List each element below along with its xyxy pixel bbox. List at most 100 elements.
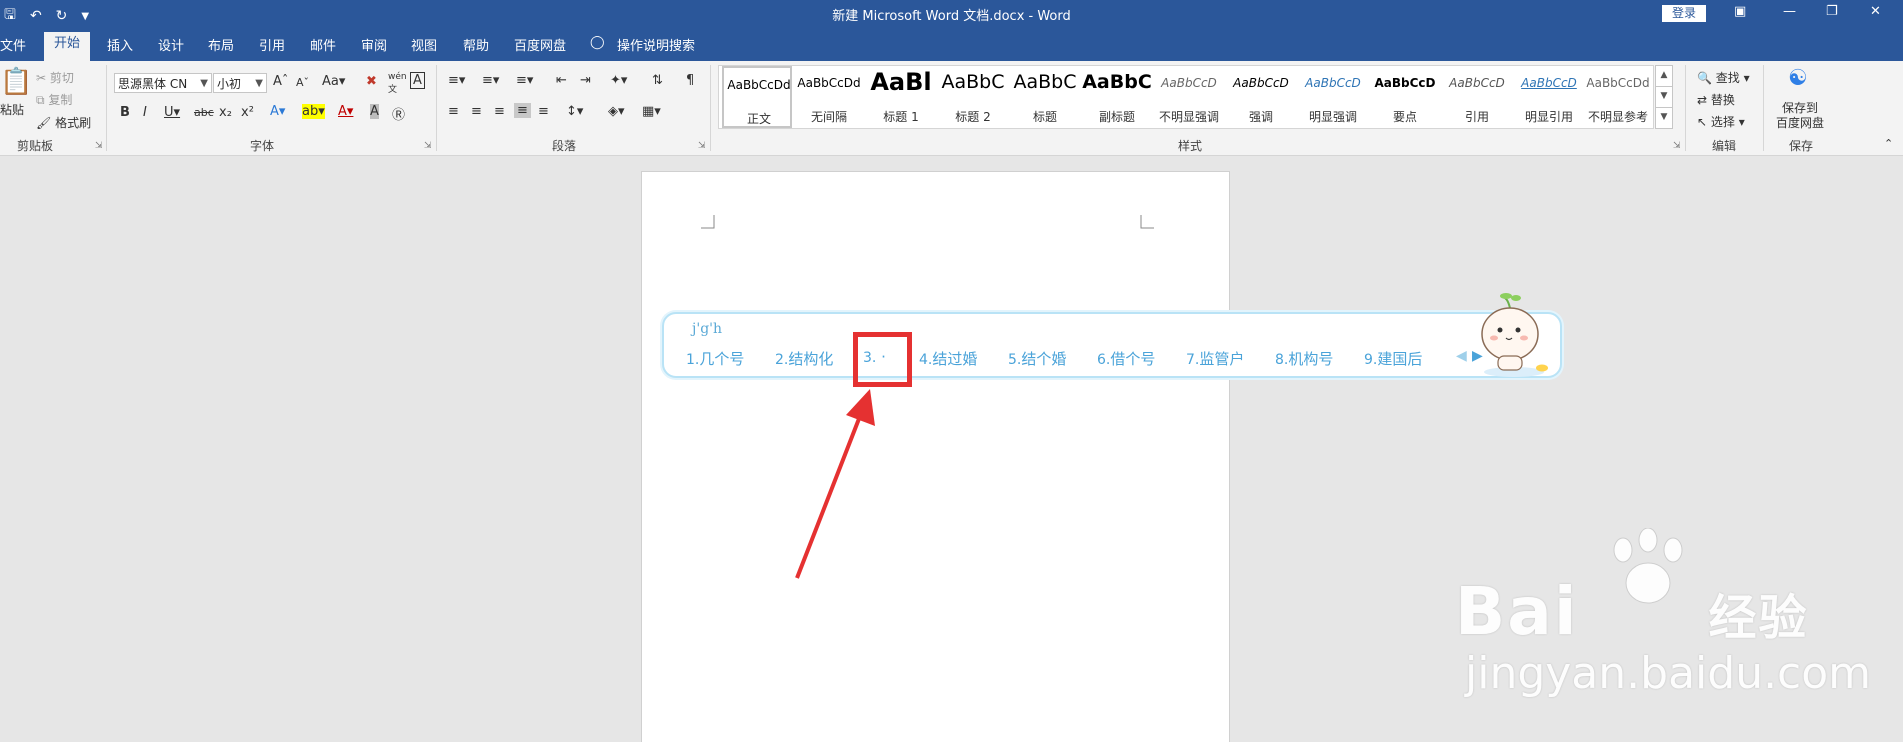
ime-candidate[interactable]: 2.结构化 [775,348,833,369]
tab-design[interactable]: 设计 [158,35,184,54]
superscript-icon[interactable]: x² [241,105,254,120]
style-sample: AaBbCcD [1449,76,1505,90]
chinese-layout-icon[interactable]: ✦▾ [610,73,627,88]
paragraph-launcher-icon[interactable]: ⇲ [698,141,706,151]
clipboard-launcher-icon[interactable]: ⇲ [95,141,103,151]
distributed-icon[interactable]: ≡ [538,104,549,119]
phonetic-guide-icon[interactable]: wén 文 [388,72,407,95]
style-title[interactable]: AaBbC 标题 [1010,66,1080,128]
sort-icon[interactable]: ⇅ [652,73,663,88]
style-heading-1[interactable]: AaBl 标题 1 [866,66,936,128]
style-normal[interactable]: AaBbCcDd 正文 [722,66,792,128]
font-color-icon[interactable]: A▾ [338,104,353,119]
highlight-icon[interactable]: ab▾ [302,104,325,119]
tab-insert[interactable]: 插入 [107,35,133,54]
tab-home[interactable]: 开始 [44,32,91,61]
style-heading-2[interactable]: AaBbC 标题 2 [938,66,1008,128]
ribbon-display-icon[interactable]: ▣ [1734,4,1746,19]
paste-icon[interactable]: 📋 [0,67,32,97]
clear-format-icon[interactable]: ✖ [366,74,377,89]
copy-button[interactable]: ⧉ 复制 [36,91,72,108]
tab-references[interactable]: 引用 [259,35,285,54]
enclose-char-icon[interactable]: Ⓡ [392,104,405,123]
save-to-label-2[interactable]: 百度网盘 [1776,114,1824,131]
collapse-ribbon-icon[interactable]: ⌃ [1884,137,1893,150]
numbering-icon[interactable]: ≡▾ [482,73,499,88]
paste-label[interactable]: 粘贴 [0,101,24,118]
login-button[interactable]: 登录 [1662,5,1706,22]
style-strong[interactable]: AaBbCcD 要点 [1370,66,1440,128]
char-shading-icon[interactable]: A [370,104,379,119]
tab-mailings[interactable]: 邮件 [310,35,336,54]
font-size-combo[interactable]: 小初 ▼ [213,73,267,93]
restore-icon[interactable]: ❐ [1826,4,1838,19]
style-sample: AaBbCcDd [797,76,861,90]
style-name: 无间隔 [810,110,847,124]
candidate-number: 6. [1097,352,1111,368]
style-subtle-reference[interactable]: AaBbCcDd 不明显参考 [1583,66,1653,128]
justify-icon[interactable]: ≡ [514,103,531,118]
tab-help[interactable]: 帮助 [463,35,489,54]
tab-layout[interactable]: 布局 [208,35,234,54]
font-launcher-icon[interactable]: ⇲ [424,141,432,151]
style-no-spacing[interactable]: AaBbCcDd 无间隔 [794,66,864,128]
multilevel-list-icon[interactable]: ≡▾ [516,73,533,88]
tab-review[interactable]: 审阅 [361,35,387,54]
styles-scroll-up-icon[interactable]: ▲ [1655,65,1673,87]
styles-scroll-down-icon[interactable]: ▼ [1655,86,1673,108]
strikethrough-icon[interactable]: abc [194,106,214,119]
cut-button[interactable]: ✂ 剪切 [36,69,74,86]
increase-indent-icon[interactable]: ⇥ [580,73,591,88]
ime-candidate[interactable]: 4.结过婚 [919,348,977,369]
candidate-text: 结个婚 [1021,350,1067,368]
style-name: 不明显参考 [1587,110,1648,124]
close-icon[interactable]: ✕ [1870,4,1881,19]
tab-file[interactable]: 文件 [0,35,26,54]
styles-launcher-icon[interactable]: ⇲ [1673,141,1681,151]
document-page[interactable] [641,171,1230,742]
ime-candidate[interactable]: 9.建国后 [1364,348,1422,369]
bold-icon[interactable]: B [120,105,130,120]
subscript-icon[interactable]: x₂ [219,105,232,120]
line-spacing-icon[interactable]: ↕▾ [566,104,583,119]
ime-prev-page-icon[interactable]: ◀ [1456,348,1467,364]
grow-font-icon[interactable]: Aˆ [273,74,288,89]
style-subtitle[interactable]: AaBbC 副标题 [1082,66,1152,128]
align-right-icon[interactable]: ≡ [494,104,505,119]
select-button[interactable]: ↖ 选择 ▾ [1697,113,1745,130]
tab-view[interactable]: 视图 [411,35,437,54]
minimize-icon[interactable]: — [1783,4,1796,19]
tell-me-search[interactable]: 操作说明搜索 [617,35,695,54]
ime-candidate[interactable]: 8.机构号 [1275,348,1333,369]
ime-candidate[interactable]: 7.监管户 [1186,348,1244,369]
ime-candidate[interactable]: 1.几个号 [686,348,744,369]
style-quote[interactable]: AaBbCcD 引用 [1442,66,1512,128]
find-button[interactable]: 🔍 查找 ▾ [1697,69,1750,86]
text-effects-icon[interactable]: A▾ [270,104,285,119]
replace-button[interactable]: ⇄ 替换 [1697,91,1735,108]
styles-more-icon[interactable]: ▼ [1655,107,1673,129]
group-divider [106,65,107,151]
baidu-netdisk-icon[interactable]: ☯ [1788,66,1808,91]
ime-candidate[interactable]: 6.借个号 [1097,348,1155,369]
change-case-icon[interactable]: Aa▾ [322,74,345,89]
char-border-icon[interactable]: A [410,72,425,89]
shrink-font-icon[interactable]: Aˇ [296,76,309,89]
format-painter-button[interactable]: 🖌 格式刷 [36,114,91,131]
italic-icon[interactable]: I [143,105,147,120]
align-center-icon[interactable]: ≡ [471,104,482,119]
style-intense-quote[interactable]: AaBbCcD 明显引用 [1514,66,1584,128]
style-emphasis[interactable]: AaBbCcD 强调 [1226,66,1296,128]
tab-baidu-netdisk[interactable]: 百度网盘 [514,35,566,54]
shading-icon[interactable]: ◈▾ [608,104,625,119]
underline-icon[interactable]: U▾ [164,105,180,120]
align-left-icon[interactable]: ≡ [448,104,459,119]
decrease-indent-icon[interactable]: ⇤ [556,73,567,88]
ime-candidate[interactable]: 5.结个婚 [1008,348,1066,369]
bullets-icon[interactable]: ≡▾ [448,73,465,88]
style-intense-emphasis[interactable]: AaBbCcD 明显强调 [1298,66,1368,128]
font-name-combo[interactable]: 思源黑体 CN ▼ [114,73,212,93]
show-marks-icon[interactable]: ¶ [686,73,694,88]
style-subtle-emphasis[interactable]: AaBbCcD 不明显强调 [1154,66,1224,128]
borders-icon[interactable]: ▦▾ [642,104,661,119]
